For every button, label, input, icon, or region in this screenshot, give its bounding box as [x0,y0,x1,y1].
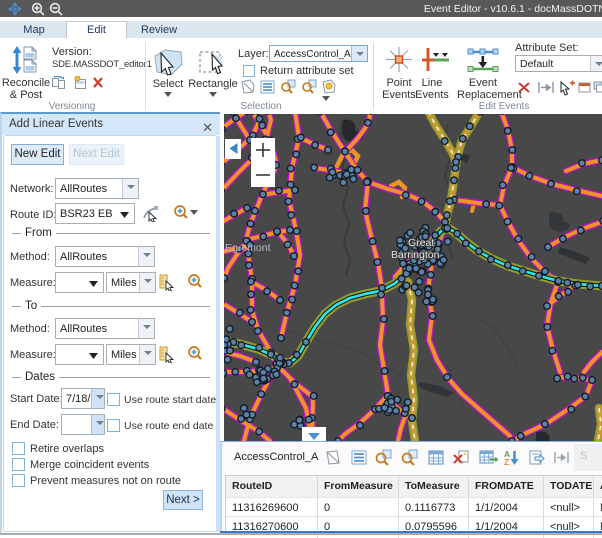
svg-text:Great: Great [408,237,434,249]
svg-text:Egremont: Egremont [225,242,271,254]
svg-text:Barrington: Barrington [391,249,440,261]
svg-text:Z: Z [504,457,509,467]
